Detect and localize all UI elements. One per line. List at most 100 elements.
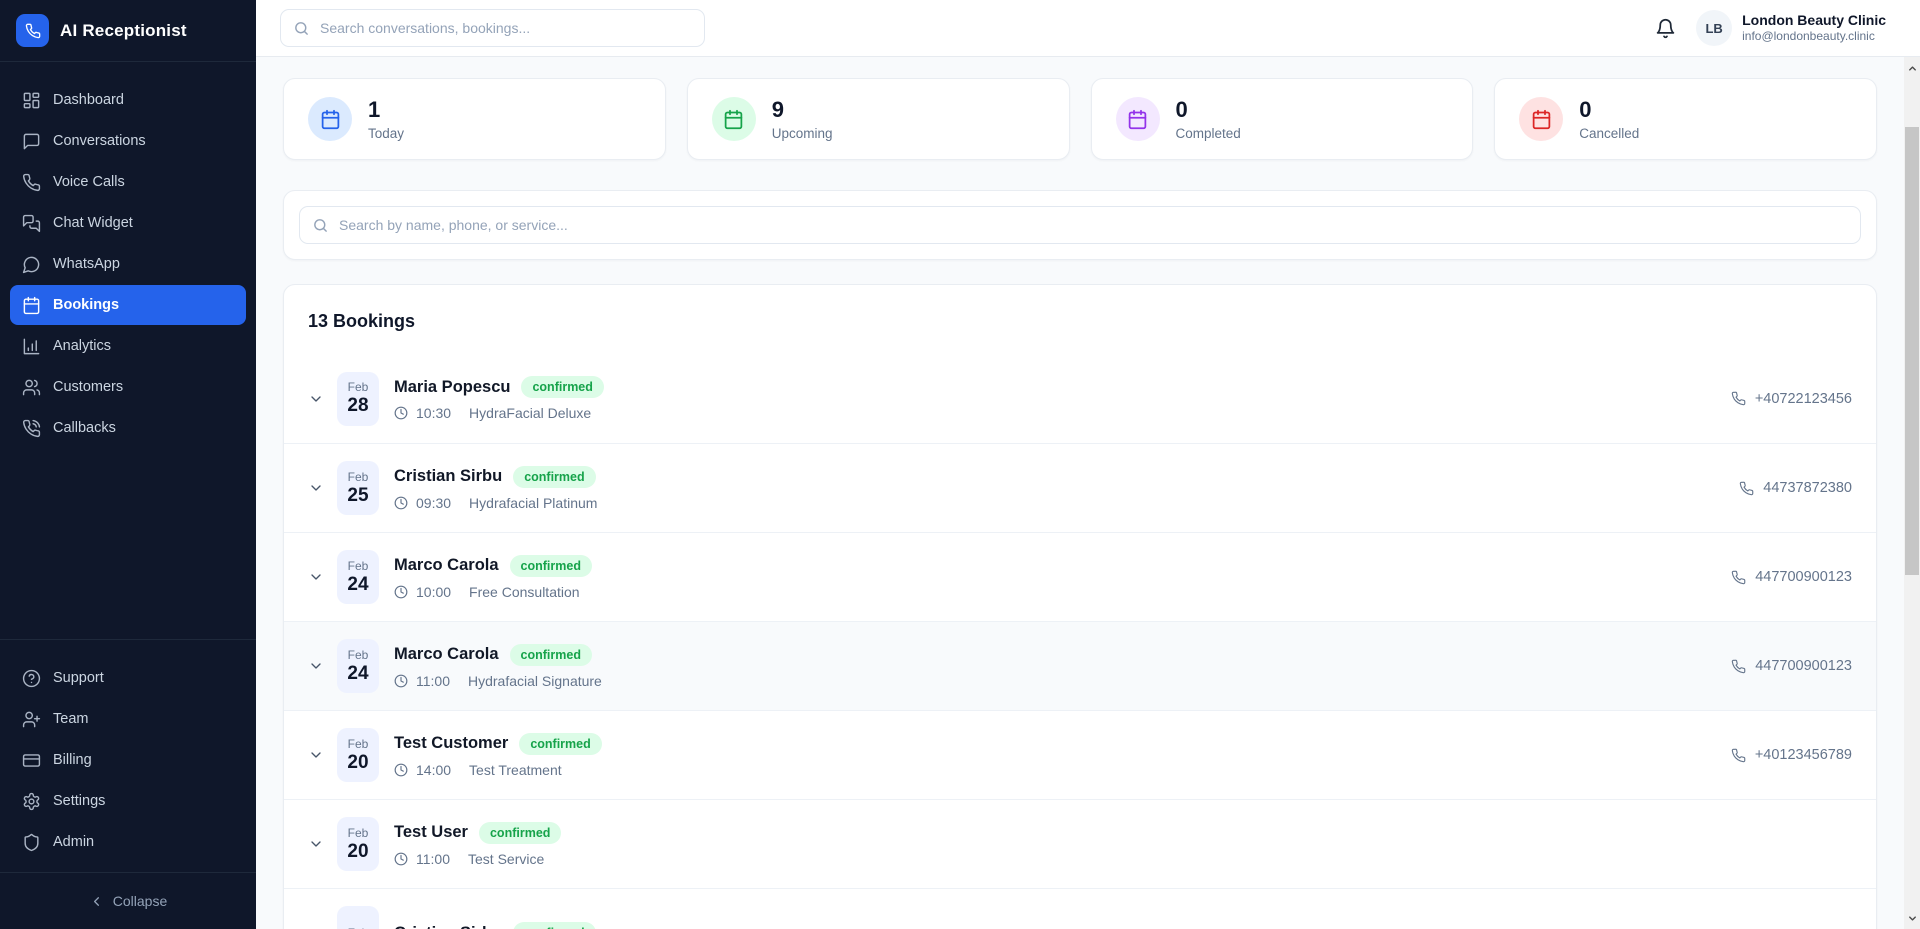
sidebar-item-callbacks[interactable]: Callbacks bbox=[10, 408, 246, 448]
expand-chevron-down-icon[interactable] bbox=[308, 569, 324, 585]
chevron-left-icon bbox=[89, 894, 104, 909]
booking-customer-name: Maria Popescu bbox=[394, 378, 510, 397]
main-area: LB London Beauty Clinic info@londonbeaut… bbox=[256, 0, 1920, 929]
booking-day: 25 bbox=[347, 485, 368, 507]
booking-date-badge: Feb25 bbox=[337, 461, 379, 515]
bookings-search-input[interactable] bbox=[339, 217, 1848, 233]
sidebar-item-whatsapp[interactable]: WhatsApp bbox=[10, 244, 246, 284]
booking-row[interactable]: Feb25Cristian Sirbuconfirmed09:30Hydrafa… bbox=[284, 443, 1876, 532]
sidebar-item-settings[interactable]: Settings bbox=[10, 781, 246, 821]
booking-row[interactable]: FebCristian Sirbuconfirmed bbox=[284, 888, 1876, 929]
scrollbar[interactable] bbox=[1904, 57, 1920, 929]
booking-date-badge: Feb24 bbox=[337, 550, 379, 604]
stat-value: 0 bbox=[1176, 97, 1241, 122]
sidebar-item-label: Voice Calls bbox=[53, 174, 125, 190]
stat-card-upcoming: 9Upcoming bbox=[687, 78, 1070, 160]
phone-icon bbox=[1731, 748, 1746, 763]
phone-icon bbox=[1731, 570, 1746, 585]
topbar: LB London Beauty Clinic info@londonbeaut… bbox=[256, 0, 1920, 57]
notifications-button[interactable] bbox=[1655, 18, 1676, 39]
booking-month: Feb bbox=[348, 380, 369, 394]
booking-row[interactable]: Feb24Marco Carolaconfirmed11:00Hydrafaci… bbox=[284, 621, 1876, 710]
expand-chevron-down-icon[interactable] bbox=[308, 925, 324, 929]
account-menu[interactable]: LB London Beauty Clinic info@londonbeaut… bbox=[1696, 10, 1886, 46]
sidebar-item-chat-widget[interactable]: Chat Widget bbox=[10, 203, 246, 243]
sidebar-item-dashboard[interactable]: Dashboard bbox=[10, 80, 246, 120]
booking-service: Test Service bbox=[468, 851, 544, 867]
booking-phone-number: 447700900123 bbox=[1755, 658, 1852, 674]
sidebar-item-customers[interactable]: Customers bbox=[10, 367, 246, 407]
calendar-icon bbox=[1127, 109, 1148, 130]
sidebar-item-billing[interactable]: Billing bbox=[10, 740, 246, 780]
bookings-filter-card bbox=[283, 190, 1877, 260]
messages-square-icon bbox=[22, 214, 41, 233]
scroll-down-arrow-icon[interactable] bbox=[1904, 910, 1920, 926]
expand-chevron-down-icon[interactable] bbox=[308, 836, 324, 852]
sidebar-item-label: Bookings bbox=[53, 297, 119, 313]
sidebar-item-label: Dashboard bbox=[53, 92, 124, 108]
booking-service: Free Consultation bbox=[469, 584, 580, 600]
booking-row[interactable]: Feb28Maria Popescuconfirmed10:30HydraFac… bbox=[284, 354, 1876, 443]
stat-label: Upcoming bbox=[772, 126, 833, 141]
phone-icon bbox=[1731, 391, 1746, 406]
bookings-count-title: 13 Bookings bbox=[308, 311, 1852, 332]
stat-label: Today bbox=[368, 126, 404, 141]
calendar-icon bbox=[1519, 97, 1563, 141]
sidebar-spacer bbox=[0, 449, 256, 639]
sidebar-item-analytics[interactable]: Analytics bbox=[10, 326, 246, 366]
stat-value: 0 bbox=[1579, 97, 1639, 122]
clock-icon bbox=[394, 406, 408, 420]
sidebar-item-voice-calls[interactable]: Voice Calls bbox=[10, 162, 246, 202]
chevron-down-icon bbox=[308, 480, 324, 496]
app-title: AI Receptionist bbox=[60, 21, 187, 41]
booking-phone[interactable]: 44737872380 bbox=[1739, 480, 1852, 496]
layout-dashboard-icon bbox=[22, 91, 41, 110]
booking-info: Test Userconfirmed11:00Test Service bbox=[394, 822, 561, 867]
stat-value: 1 bbox=[368, 97, 404, 122]
global-search-input[interactable] bbox=[320, 20, 692, 36]
booking-phone[interactable]: +40722123456 bbox=[1731, 391, 1852, 407]
sidebar-item-label: Customers bbox=[53, 379, 123, 395]
sidebar-item-label: WhatsApp bbox=[53, 256, 120, 272]
users-icon bbox=[22, 378, 41, 397]
booking-day: 24 bbox=[347, 574, 368, 596]
sidebar-item-label: Chat Widget bbox=[53, 215, 133, 231]
booking-service: Hydrafacial Platinum bbox=[469, 495, 597, 511]
scrollbar-thumb[interactable] bbox=[1905, 127, 1919, 575]
calendar-icon bbox=[712, 97, 756, 141]
sidebar-item-label: Team bbox=[53, 711, 88, 727]
booking-customer-name: Cristian Sirbu bbox=[394, 467, 502, 486]
expand-chevron-down-icon[interactable] bbox=[308, 747, 324, 763]
scroll-up-arrow-icon[interactable] bbox=[1904, 60, 1920, 76]
global-search[interactable] bbox=[280, 9, 705, 47]
booking-customer-name: Test User bbox=[394, 823, 468, 842]
chevron-down-icon bbox=[308, 836, 324, 852]
bookings-search[interactable] bbox=[299, 206, 1861, 244]
sidebar-footer-nav: Support Team BillingSettingsAdmin bbox=[0, 639, 256, 872]
expand-chevron-down-icon[interactable] bbox=[308, 391, 324, 407]
sidebar-item-conversations[interactable]: Conversations bbox=[10, 121, 246, 161]
collapse-button[interactable]: Collapse bbox=[0, 872, 256, 929]
sidebar-item-admin[interactable]: Admin bbox=[10, 822, 246, 862]
app-logo bbox=[16, 14, 49, 47]
expand-chevron-down-icon[interactable] bbox=[308, 480, 324, 496]
search-icon bbox=[293, 20, 310, 37]
booking-row[interactable]: Feb20Test Customerconfirmed14:00Test Tre… bbox=[284, 710, 1876, 799]
calendar-icon bbox=[308, 97, 352, 141]
booking-day: 20 bbox=[347, 841, 368, 863]
booking-time: 14:00 bbox=[416, 762, 451, 778]
booking-row[interactable]: Feb20Test Userconfirmed11:00Test Service bbox=[284, 799, 1876, 888]
booking-phone[interactable]: 447700900123 bbox=[1731, 569, 1852, 585]
sidebar-item-label: Support bbox=[53, 670, 104, 686]
booking-status-badge: confirmed bbox=[510, 644, 592, 666]
booking-info: Marco Carolaconfirmed10:00Free Consultat… bbox=[394, 555, 592, 600]
expand-chevron-down-icon[interactable] bbox=[308, 658, 324, 674]
sidebar-item-support[interactable]: Support bbox=[10, 658, 246, 698]
phone-call-icon bbox=[22, 419, 41, 438]
booking-phone[interactable]: +40123456789 bbox=[1731, 747, 1852, 763]
sidebar-item-team[interactable]: Team bbox=[10, 699, 246, 739]
booking-phone-number: +40123456789 bbox=[1755, 747, 1852, 763]
sidebar-item-bookings[interactable]: Bookings bbox=[10, 285, 246, 325]
booking-row[interactable]: Feb24 Marco Carolaconfirmed10:00Free Cons… bbox=[284, 532, 1876, 621]
booking-phone[interactable]: 447700900123 bbox=[1731, 658, 1852, 674]
